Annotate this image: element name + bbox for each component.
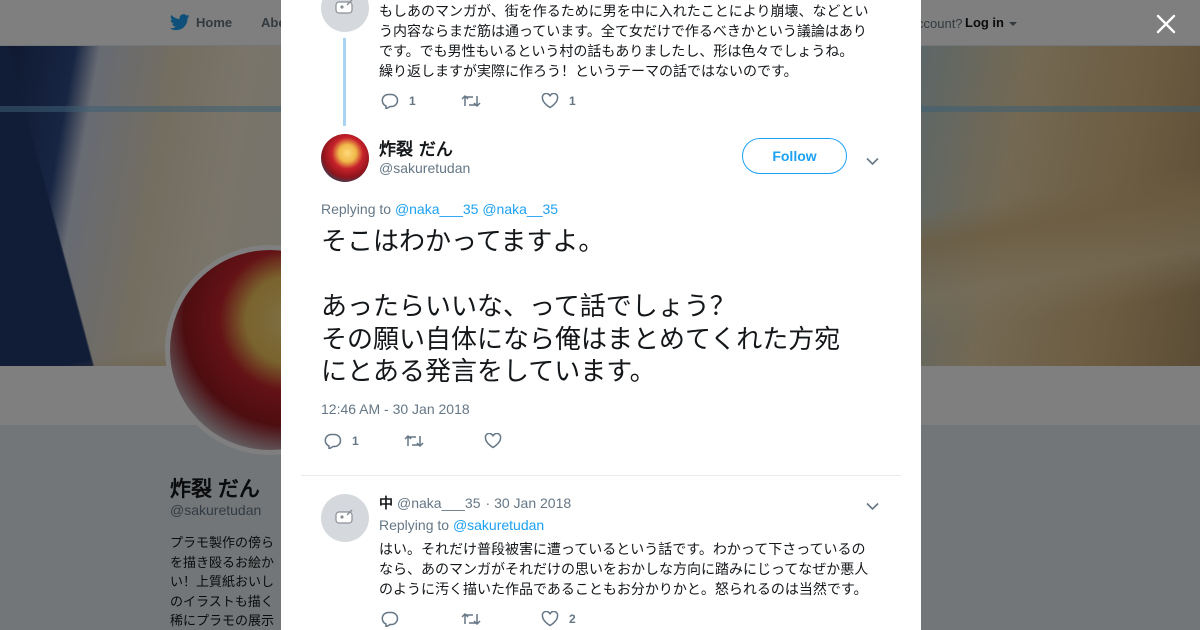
mention-link[interactable]: @sakuretudan	[453, 517, 544, 533]
previous-tweet-actions: 1 1	[381, 93, 621, 109]
reply-author-handle[interactable]: @naka___35	[397, 495, 481, 511]
reply-count: 1	[409, 94, 416, 108]
like-icon	[541, 611, 559, 627]
reply-text-line: はい。それだけ普段被害に遭っているという話です。わかって下さっているの	[379, 542, 866, 558]
retweet-button[interactable]	[461, 612, 541, 626]
previous-tweet-text: もしあのマンガが、街を作るために男を中に入れたことにより崩壊、などとい う内容な…	[379, 2, 879, 82]
reply-author-name[interactable]: 中	[379, 493, 393, 513]
reply-date[interactable]: · 30 Jan 2018	[486, 495, 572, 511]
reply-icon	[381, 93, 399, 109]
retweet-button[interactable]	[461, 94, 541, 108]
retweet-icon	[404, 434, 424, 448]
tweet-text-line: その願い自体になら俺はまとめてくれた方宛	[321, 324, 841, 355]
reply-tweet-text: はい。それだけ普段被害に遭っているという話です。わかって下さっているの なら、あ…	[379, 540, 884, 600]
like-icon	[484, 433, 502, 449]
retweet-icon	[461, 94, 481, 108]
reply-button[interactable]	[381, 611, 461, 627]
previous-tweet-line: う内容ならまだ筋は通っています。全て女だけで作るべきかという議論はあり	[379, 24, 867, 40]
tweet-options-button[interactable]	[866, 151, 879, 170]
reply-button[interactable]: 1	[381, 93, 461, 109]
default-avatar-icon	[335, 509, 353, 524]
like-count: 2	[569, 612, 576, 626]
reply-header: 中 @naka___35 · 30 Jan 2018	[379, 493, 571, 513]
author-avatar[interactable]	[321, 134, 369, 182]
previous-tweet-line: です。でも男性もいるという村の話もありましたし、形は色々でしょうね。	[379, 44, 854, 60]
mention-link[interactable]: @naka___35	[395, 201, 479, 217]
like-count: 1	[569, 94, 576, 108]
like-button[interactable]: 2	[541, 611, 621, 627]
tweet-timestamp[interactable]: 12:46 AM - 30 Jan 2018	[321, 401, 470, 417]
tweet-text-line	[321, 259, 891, 292]
reply-replying-to-line: Replying to @sakuretudan	[379, 517, 544, 533]
reply-icon	[381, 611, 399, 627]
tweet-text-line: にとある発言をしています。	[321, 357, 656, 387]
replying-to-line: Replying to @naka___35 @naka__35	[321, 201, 558, 217]
author-handle[interactable]: @sakuretudan	[379, 160, 470, 176]
follow-button[interactable]: Follow	[742, 138, 847, 174]
tweet-permalink-modal: もしあのマンガが、街を作るために男を中に入れたことにより崩壊、などとい う内容な…	[281, 0, 921, 630]
mention-link[interactable]: @naka__35	[482, 201, 558, 217]
previous-tweet-line: もしあのマンガが、街を作るために男を中に入れたことにより崩壊、などとい	[379, 4, 869, 20]
chevron-down-icon	[866, 502, 879, 511]
reply-button[interactable]: 1	[324, 433, 404, 449]
tweet-actions: 1	[324, 433, 564, 449]
previous-tweet-line: 繰り返しますが実際に作ろう！というテーマの話ではないのです。	[379, 64, 798, 80]
author-name[interactable]: 炸裂 だん	[379, 135, 453, 160]
thread-connector-line	[343, 38, 346, 126]
reply-tweet-actions: 2	[381, 611, 621, 627]
retweet-button[interactable]	[404, 434, 484, 448]
reply-count: 1	[352, 434, 359, 448]
retweet-icon	[461, 612, 481, 626]
replying-to-label: Replying to	[321, 201, 392, 217]
like-icon	[541, 93, 559, 109]
reply-icon	[324, 433, 342, 449]
like-button[interactable]: 1	[541, 93, 621, 109]
tweet-text: そこはわかってますよ。 あったらいいな、って話でしょう？ その願い自体になら俺は…	[321, 226, 891, 389]
tweet-text-line: そこはわかってますよ。	[321, 227, 605, 257]
like-button[interactable]	[484, 433, 564, 449]
divider	[301, 475, 901, 476]
reply-text-line: のように汚く描いた作品であることもお分かりかと。怒られるのは当然です。	[379, 582, 868, 598]
previous-tweet-avatar[interactable]	[321, 0, 369, 32]
close-modal-button[interactable]	[1152, 10, 1180, 38]
reply-text-line: なら、あのマンガがそれだけの思いをおかしな方向に踏みにじってなぜか悪人	[379, 562, 869, 578]
reply-options-button[interactable]	[866, 496, 879, 515]
chevron-down-icon	[866, 157, 879, 166]
tweet-text-line: あったらいいな、って話でしょう？	[321, 292, 736, 322]
reply-author-avatar[interactable]	[321, 494, 369, 542]
default-avatar-icon	[335, 0, 353, 14]
replying-to-label: Replying to	[379, 517, 450, 533]
close-icon	[1156, 14, 1176, 34]
